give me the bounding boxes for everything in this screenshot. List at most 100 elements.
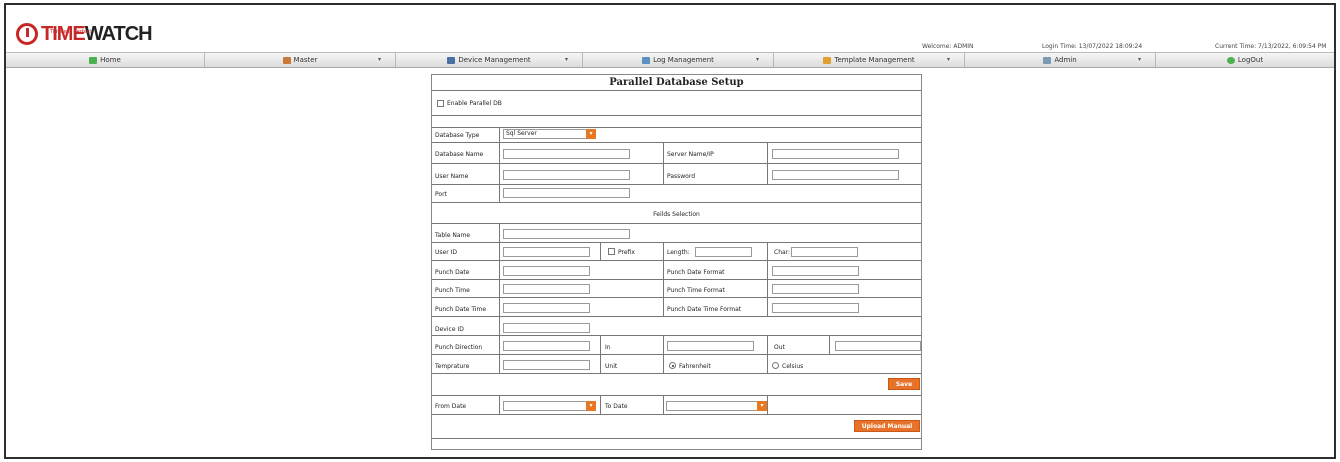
grid-line	[767, 395, 768, 414]
nav-logout[interactable]: LogOut	[1156, 53, 1334, 67]
grid-line	[499, 395, 500, 414]
grid-line	[663, 142, 664, 184]
fahrenheit-label: Fahrenheit	[679, 363, 711, 370]
punch-time-label: Punch Time	[435, 287, 470, 294]
temperature-label: Temprature	[435, 363, 470, 370]
nav-master-label: Master	[293, 56, 318, 64]
home-icon	[89, 56, 98, 64]
punch-date-format-input[interactable]	[772, 266, 859, 276]
grid-line	[663, 395, 664, 414]
welcome-text: Welcome: ADMIN	[922, 43, 974, 50]
server-name-input[interactable]	[772, 149, 899, 159]
divider	[432, 279, 921, 280]
divider	[432, 414, 921, 415]
prefix-label: Prefix	[618, 249, 635, 256]
length-input[interactable]	[695, 247, 752, 257]
table-name-input[interactable]	[503, 229, 630, 239]
celsius-label: Celsius	[782, 363, 804, 370]
upload-manual-button[interactable]: Upload Manual	[854, 420, 920, 432]
punch-date-format-label: Punch Date Format	[667, 269, 725, 276]
out-label: Out	[774, 344, 785, 351]
punch-date-time-format-input[interactable]	[772, 303, 859, 313]
save-button[interactable]: Save	[888, 378, 920, 390]
punch-time-format-input[interactable]	[772, 284, 859, 294]
user-id-label: User ID	[435, 249, 457, 256]
nav-log-management[interactable]: Log Management ▾	[583, 53, 774, 67]
temperature-input[interactable]	[503, 360, 590, 370]
punch-time-format-label: Punch Time Format	[667, 287, 725, 294]
enable-parallel-label: Enable Parallel DB	[447, 100, 502, 107]
password-input[interactable]	[772, 170, 899, 180]
nav-admin[interactable]: Admin ▾	[965, 53, 1156, 67]
grid-line	[499, 127, 500, 163]
logo-tagline: Timeless perfect	[50, 29, 92, 35]
divider	[432, 297, 921, 298]
from-date-picker[interactable]: ▾	[503, 401, 596, 411]
parallel-db-form: Parallel Database Setup Enable Parallel …	[431, 74, 922, 450]
grid-line	[663, 242, 664, 316]
calendar-dropdown-icon[interactable]: ▾	[586, 401, 596, 411]
divider	[432, 163, 921, 164]
divider	[432, 354, 921, 355]
enable-parallel-checkbox[interactable]	[437, 100, 444, 107]
divider	[432, 202, 921, 203]
divider	[432, 260, 921, 261]
master-icon	[282, 56, 291, 64]
in-input[interactable]	[667, 341, 754, 351]
grid-line	[499, 163, 500, 202]
grid-line	[499, 223, 500, 373]
nav-template-management[interactable]: Template Management ▾	[774, 53, 965, 67]
out-input[interactable]	[835, 341, 921, 351]
divider	[432, 115, 921, 116]
database-type-select[interactable]: Sql Server ▾	[503, 129, 596, 139]
user-name-label: User Name	[435, 173, 469, 180]
divider	[432, 395, 921, 396]
template-icon	[823, 56, 832, 64]
page-title: Parallel Database Setup	[609, 77, 744, 88]
login-time: Login Time: 13/07/2022 18:09:24	[1042, 43, 1143, 50]
to-date-picker[interactable]: ▾	[666, 401, 767, 411]
chevron-down-icon: ▾	[946, 56, 950, 63]
punch-date-time-input[interactable]	[503, 303, 590, 313]
main-nav: Home Master ▾ Device Management ▾ Log Ma…	[6, 52, 1334, 68]
nav-home-label: Home	[100, 56, 121, 64]
divider	[432, 335, 921, 336]
fahrenheit-radio[interactable]	[669, 362, 676, 369]
nav-template-label: Template Management	[834, 56, 915, 64]
divider	[432, 438, 921, 439]
punch-date-time-format-label: Punch Date Time Format	[667, 306, 742, 313]
divider	[432, 242, 921, 243]
grid-line	[600, 242, 601, 260]
database-name-input[interactable]	[503, 149, 630, 159]
punch-time-input[interactable]	[503, 284, 590, 294]
nav-master[interactable]: Master ▾	[205, 53, 396, 67]
user-id-input[interactable]	[503, 247, 590, 257]
nav-device-management[interactable]: Device Management ▾	[396, 53, 583, 67]
chevron-down-icon: ▾	[377, 56, 381, 63]
nav-device-label: Device Management	[458, 56, 531, 64]
divider	[432, 142, 921, 143]
device-id-label: Device ID	[435, 326, 464, 333]
unit-label: Unit	[605, 363, 618, 370]
divider	[432, 373, 921, 374]
user-name-input[interactable]	[503, 170, 630, 180]
logout-icon	[1226, 56, 1235, 64]
punch-direction-input[interactable]	[503, 341, 590, 351]
device-id-input[interactable]	[503, 323, 590, 333]
nav-home[interactable]: Home	[6, 53, 205, 67]
punch-date-label: Punch Date	[435, 269, 470, 276]
char-input[interactable]	[791, 247, 858, 257]
calendar-dropdown-icon[interactable]: ▾	[757, 401, 767, 411]
chevron-down-icon[interactable]: ▾	[586, 129, 596, 139]
punch-date-input[interactable]	[503, 266, 590, 276]
port-input[interactable]	[503, 188, 630, 198]
celsius-radio[interactable]	[772, 362, 779, 369]
fields-selection-heading: Feilds Selection	[653, 211, 700, 218]
grid-line	[663, 335, 664, 373]
grid-line	[767, 242, 768, 316]
nav-logout-label: LogOut	[1237, 56, 1264, 64]
prefix-checkbox[interactable]	[608, 248, 615, 255]
chevron-down-icon: ▾	[755, 56, 759, 63]
divider	[432, 90, 921, 91]
grid-line	[767, 142, 768, 184]
